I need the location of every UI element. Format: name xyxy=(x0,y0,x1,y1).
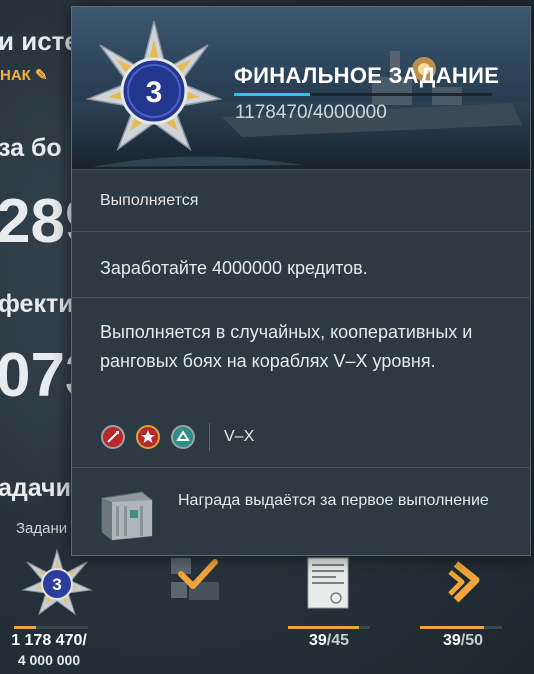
mission-status-row: Выполняется xyxy=(72,169,530,232)
background-label-1: за бо xyxy=(0,134,62,162)
mission-title: ФИНАЛЬНОЕ ЗАДАНИЕ xyxy=(234,63,500,88)
reward-text: Награда выдаётся за первое выполнение xyxy=(178,492,489,509)
task-value: 39/50 xyxy=(442,632,484,649)
chevron-icon xyxy=(448,561,480,603)
task-tile-4[interactable]: 39/50 xyxy=(408,548,518,674)
mission-description-row: Заработайте 4000000 кредитов. xyxy=(72,231,530,298)
checkmark-task-icon xyxy=(171,558,219,600)
task-tile-3[interactable]: 39/45 xyxy=(274,548,384,674)
container-icon xyxy=(101,491,153,541)
battle-types: V–X xyxy=(100,422,254,452)
mission-progress-text: 1178470/4000000 xyxy=(235,102,387,123)
background-badge-fragment: НАК ✎ xyxy=(0,67,48,84)
mission-description: Заработайте 4000000 кредитов. xyxy=(100,258,368,278)
random-battle-icon xyxy=(101,425,125,449)
tier-range: V–X xyxy=(224,428,255,445)
separator xyxy=(209,423,210,451)
svg-text:3: 3 xyxy=(146,76,163,109)
mission-reward-row: Награда выдаётся за первое выполнение xyxy=(72,467,530,556)
task-value-total: 4 000 000 xyxy=(17,652,81,668)
task-value: 39/45 xyxy=(308,632,350,649)
task-value: 1 178 470/ xyxy=(11,632,87,649)
mission-progress-bar xyxy=(234,93,492,96)
background-label-3: адачи xyxy=(0,474,71,502)
background-label-2: фекти xyxy=(0,290,74,318)
mission-conditions-row: Выполняется в случайных, кооперативных и… xyxy=(72,297,530,468)
svg-text:3: 3 xyxy=(52,575,61,594)
document-icon xyxy=(307,557,349,609)
mission-conditions: Выполняется в случайных, кооперативных и… xyxy=(100,322,473,371)
task-progress-fill xyxy=(14,626,36,629)
task-tile-2[interactable] xyxy=(145,548,255,674)
medal-icon: 3 xyxy=(21,548,93,616)
tasks-label: Задани xyxy=(16,520,68,537)
mission-tooltip: 3 ФИНАЛЬНОЕ ЗАДАНИЕ 1178470/4000000 Выпо… xyxy=(71,6,531,556)
edit-icon: ✎ xyxy=(35,67,48,84)
coop-battle-icon xyxy=(171,425,195,449)
mission-status: Выполняется xyxy=(100,192,199,209)
ranked-battle-icon xyxy=(136,425,160,449)
task-tile-final[interactable]: 3 1 178 470/ 4 000 000 xyxy=(0,548,104,674)
mission-header: 3 ФИНАЛЬНОЕ ЗАДАНИЕ 1178470/4000000 xyxy=(72,7,530,169)
medal-icon: 3 xyxy=(86,20,222,152)
